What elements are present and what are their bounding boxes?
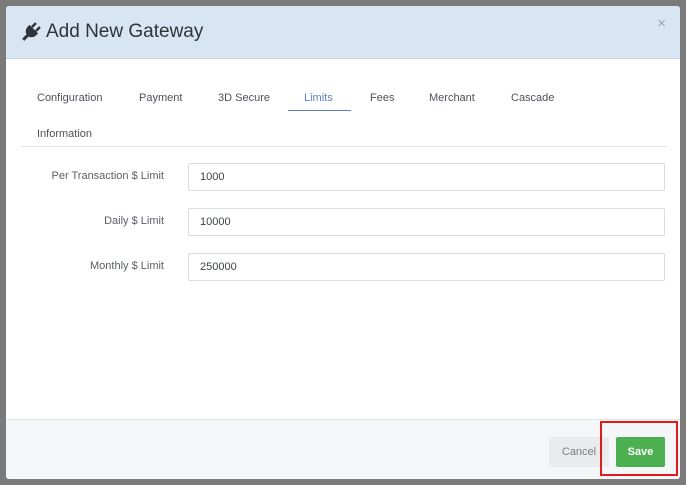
tab-information[interactable]: Information	[37, 128, 92, 140]
tab-cascade[interactable]: Cascade	[511, 92, 554, 104]
cancel-button[interactable]: Cancel	[549, 437, 609, 467]
monthly-limit-row: Monthly $ Limit	[6, 253, 680, 281]
daily-limit-label: Daily $ Limit	[104, 215, 164, 227]
tab-limits[interactable]: Limits	[304, 92, 333, 104]
tab-merchant[interactable]: Merchant	[429, 92, 475, 104]
add-gateway-modal: Add New Gateway × Configuration Payment …	[6, 6, 680, 479]
modal-header: Add New Gateway ×	[6, 6, 680, 59]
daily-limit-row: Daily $ Limit	[6, 208, 680, 236]
tab-bar: Configuration Payment 3D Secure Limits F…	[21, 78, 667, 147]
per-transaction-limit-row: Per Transaction $ Limit	[6, 163, 680, 191]
monthly-limit-input[interactable]	[188, 253, 665, 281]
close-icon[interactable]: ×	[657, 16, 666, 31]
tab-fees[interactable]: Fees	[370, 92, 394, 104]
monthly-limit-label: Monthly $ Limit	[90, 260, 164, 272]
tab-payment[interactable]: Payment	[139, 92, 182, 104]
per-transaction-limit-input[interactable]	[188, 163, 665, 191]
active-tab-indicator	[288, 110, 351, 111]
tab-configuration[interactable]: Configuration	[37, 92, 102, 104]
daily-limit-input[interactable]	[188, 208, 665, 236]
save-button[interactable]: Save	[616, 437, 665, 467]
tab-3d-secure[interactable]: 3D Secure	[218, 92, 270, 104]
modal-title: Add New Gateway	[46, 21, 204, 42]
plug-icon	[20, 21, 42, 43]
modal-footer: Cancel Save	[6, 419, 680, 479]
per-transaction-limit-label: Per Transaction $ Limit	[51, 170, 165, 182]
